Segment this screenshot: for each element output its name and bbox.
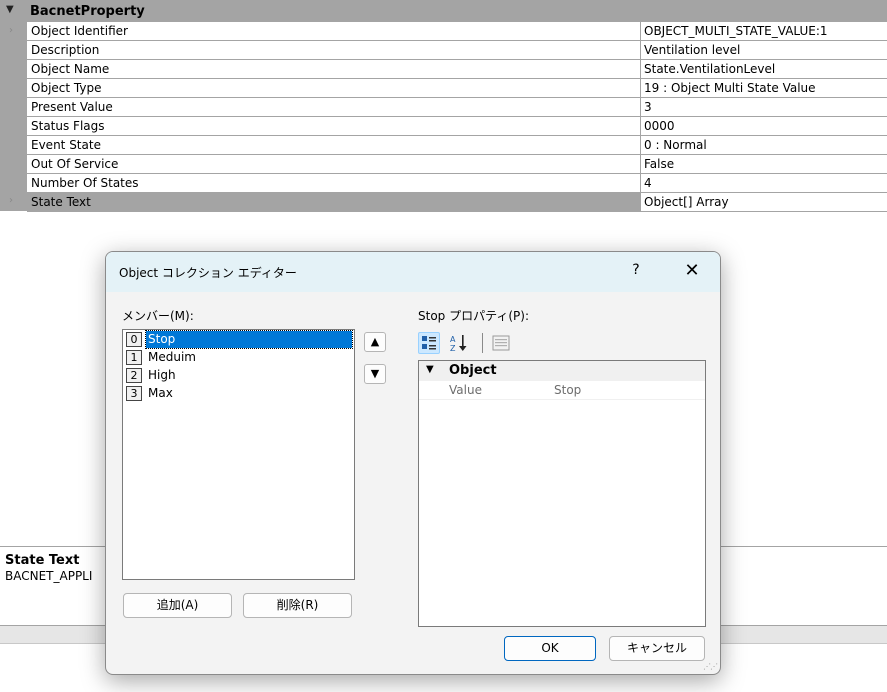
property-row[interactable]: Status Flags 0000	[27, 117, 887, 136]
move-down-button[interactable]: ▼	[364, 364, 386, 384]
list-item[interactable]: 1 Meduim	[126, 349, 352, 366]
prop-row[interactable]: Value Stop	[419, 381, 705, 400]
description-text: BACNET_APPLI	[5, 569, 93, 583]
add-button[interactable]: 追加(A)	[123, 593, 232, 618]
chevron-down-icon[interactable]: ▼	[6, 4, 14, 15]
list-item[interactable]: 3 Max	[126, 385, 352, 402]
property-value[interactable]: 0 : Normal	[642, 136, 887, 154]
member-name: High	[148, 368, 176, 382]
svg-text:A: A	[450, 335, 456, 344]
sort-alphabetical-icon: A Z	[450, 335, 467, 353]
property-pages-icon	[492, 335, 510, 351]
description-title: State Text	[5, 553, 80, 568]
member-index: 2	[126, 368, 142, 383]
properties-label: Stop プロパティ(P):	[418, 309, 530, 323]
chevron-down-icon[interactable]: ▼	[426, 364, 434, 375]
prop-category-header[interactable]: ▼ Object	[419, 361, 705, 381]
property-name: Number Of States	[27, 174, 641, 192]
property-name: Status Flags	[27, 117, 641, 135]
cancel-button[interactable]: キャンセル	[609, 636, 705, 661]
property-value[interactable]: State.VentilationLevel	[642, 60, 887, 78]
property-value[interactable]: False	[642, 155, 887, 173]
property-name: Object Name	[27, 60, 641, 78]
property-name: Present Value	[27, 98, 641, 116]
property-name: Out Of Service	[27, 155, 641, 173]
svg-text:Z: Z	[450, 344, 456, 353]
alphabetical-button[interactable]: A Z	[448, 332, 470, 354]
chevron-right-icon[interactable]: ›	[9, 25, 13, 36]
member-index: 3	[126, 386, 142, 401]
prop-category-title: Object	[449, 363, 497, 378]
property-row[interactable]: Event State 0 : Normal	[27, 136, 887, 155]
arrow-up-icon: ▲	[370, 335, 380, 348]
property-row[interactable]: Object Name State.VentilationLevel	[27, 60, 887, 79]
prop-value[interactable]: Stop	[554, 383, 581, 397]
prop-name: Value	[449, 383, 482, 397]
categorized-button[interactable]	[418, 332, 440, 354]
help-icon[interactable]: ?	[626, 262, 646, 278]
member-name: Stop	[145, 330, 353, 349]
property-value[interactable]: 4	[642, 174, 887, 192]
member-index: 0	[126, 332, 142, 347]
property-value[interactable]: 3	[642, 98, 887, 116]
remove-button[interactable]: 削除(R)	[243, 593, 352, 618]
close-icon[interactable]: ✕	[680, 260, 704, 281]
property-name: Description	[27, 41, 641, 59]
category-header[interactable]: ▼ BacnetProperty	[0, 0, 887, 22]
property-value[interactable]: Ventilation level	[642, 41, 887, 59]
property-value[interactable]: 0000	[642, 117, 887, 135]
property-row[interactable]: Object Type 19 : Object Multi State Valu…	[27, 79, 887, 98]
member-index: 1	[126, 350, 142, 365]
category-title: BacnetProperty	[30, 4, 145, 19]
members-label: メンバー(M):	[122, 309, 194, 323]
property-row[interactable]: Number Of States 4	[27, 174, 887, 193]
move-up-button[interactable]: ▲	[364, 332, 386, 352]
property-pages-button[interactable]	[490, 332, 512, 354]
property-row-selected[interactable]: State Text Object[] Array	[27, 193, 887, 212]
collection-editor-dialog: Object コレクション エディター ? ✕ メンバー(M): 0 Stop …	[105, 251, 721, 675]
property-name: Object Identifier	[27, 22, 641, 40]
chevron-right-icon[interactable]: ›	[9, 195, 13, 206]
property-value[interactable]: Object[] Array	[642, 193, 887, 211]
properties-grid: ▼ Object Value Stop	[418, 360, 706, 627]
property-row[interactable]: Present Value 3	[27, 98, 887, 117]
member-name: Max	[148, 386, 173, 400]
member-name: Meduim	[148, 350, 196, 364]
grid-gutter: › ›	[0, 22, 27, 211]
members-list[interactable]: 0 Stop 1 Meduim 2 High 3 Max	[122, 329, 355, 580]
toolbar-separator	[482, 333, 483, 353]
list-item[interactable]: 0 Stop	[126, 330, 353, 349]
property-name: Object Type	[27, 79, 641, 97]
arrow-down-icon: ▼	[370, 367, 380, 380]
dialog-titlebar[interactable]: Object コレクション エディター ? ✕	[106, 252, 720, 292]
property-row[interactable]: Description Ventilation level	[27, 41, 887, 60]
categorized-icon	[422, 336, 436, 350]
property-name: State Text	[27, 193, 641, 211]
property-value[interactable]: OBJECT_MULTI_STATE_VALUE:1	[642, 22, 887, 40]
property-row[interactable]: Out Of Service False	[27, 155, 887, 174]
property-row[interactable]: Object Identifier OBJECT_MULTI_STATE_VAL…	[27, 22, 887, 41]
resize-grip-icon[interactable]: ⋰⋰	[703, 662, 718, 671]
property-value[interactable]: 19 : Object Multi State Value	[642, 79, 887, 97]
list-item[interactable]: 2 High	[126, 367, 352, 384]
ok-button[interactable]: OK	[504, 636, 596, 661]
property-name: Event State	[27, 136, 641, 154]
dialog-title: Object コレクション エディター	[119, 266, 297, 280]
